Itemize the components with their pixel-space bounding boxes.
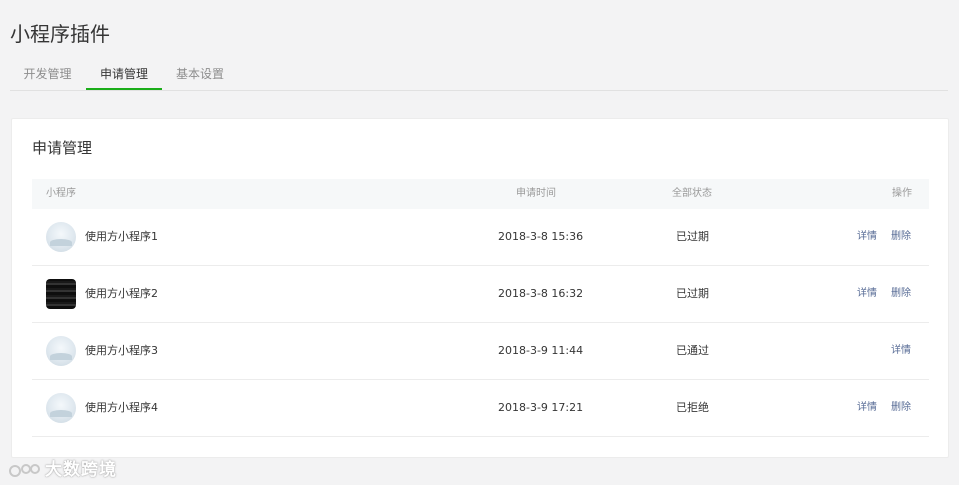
column-header-time: 申请时间 [516, 188, 556, 199]
table-row: 使用方小程序1 2018-3-8 15:36 已过期 详情 删除 [32, 209, 929, 266]
app-name: 使用方小程序2 [85, 287, 158, 300]
page-title: 小程序插件 [10, 22, 110, 46]
detail-link[interactable]: 详情 [891, 323, 911, 379]
tab-bar: 开发管理 申请管理 基本设置 [10, 60, 948, 91]
tab-application-management[interactable]: 申请管理 [86, 60, 162, 90]
apply-time: 2018-3-9 17:21 [498, 401, 584, 414]
card-title: 申请管理 [32, 139, 93, 157]
delete-link[interactable]: 删除 [891, 266, 911, 322]
application-card: 申请管理 小程序 申请时间 全部状态 操作 使用方小程序1 2018-3-8 1… [11, 118, 949, 458]
table-row: 使用方小程序2 2018-3-8 16:32 已过期 详情 删除 [32, 266, 929, 323]
detail-link[interactable]: 详情 [857, 209, 877, 265]
detail-link[interactable]: 详情 [857, 380, 877, 436]
watermark: 大数跨境 [8, 455, 117, 480]
status-filter-dropdown[interactable]: 全部状态 [672, 179, 712, 209]
apply-time: 2018-3-8 15:36 [498, 230, 584, 243]
avatar [46, 336, 76, 366]
watermark-text: 大数跨境 [45, 460, 117, 480]
status-text: 已通过 [676, 344, 709, 357]
column-header-actions: 操作 [892, 188, 912, 199]
avatar [46, 393, 76, 423]
delete-link[interactable]: 删除 [891, 380, 911, 436]
avatar [46, 279, 76, 309]
tab-basic-settings[interactable]: 基本设置 [162, 60, 238, 89]
table-row: 使用方小程序3 2018-3-9 11:44 已通过 详情 [32, 323, 929, 380]
apply-time: 2018-3-9 11:44 [498, 344, 584, 357]
avatar [46, 222, 76, 252]
status-text: 已过期 [676, 287, 709, 300]
app-name: 使用方小程序4 [85, 401, 158, 414]
apply-time: 2018-3-8 16:32 [498, 287, 584, 300]
column-header-app: 小程序 [46, 188, 76, 199]
table-header: 小程序 申请时间 全部状态 操作 [32, 179, 929, 209]
watermark-logo-icon [9, 464, 40, 477]
table-row: 使用方小程序4 2018-3-9 17:21 已拒绝 详情 删除 [32, 380, 929, 437]
app-name: 使用方小程序3 [85, 344, 158, 357]
application-table: 小程序 申请时间 全部状态 操作 使用方小程序1 2018-3-8 15:36 … [32, 179, 929, 437]
app-name: 使用方小程序1 [85, 230, 158, 243]
status-text: 已拒绝 [676, 401, 709, 414]
detail-link[interactable]: 详情 [857, 266, 877, 322]
tab-dev-management[interactable]: 开发管理 [10, 60, 85, 89]
delete-link[interactable]: 删除 [891, 209, 911, 265]
status-text: 已过期 [676, 230, 709, 243]
